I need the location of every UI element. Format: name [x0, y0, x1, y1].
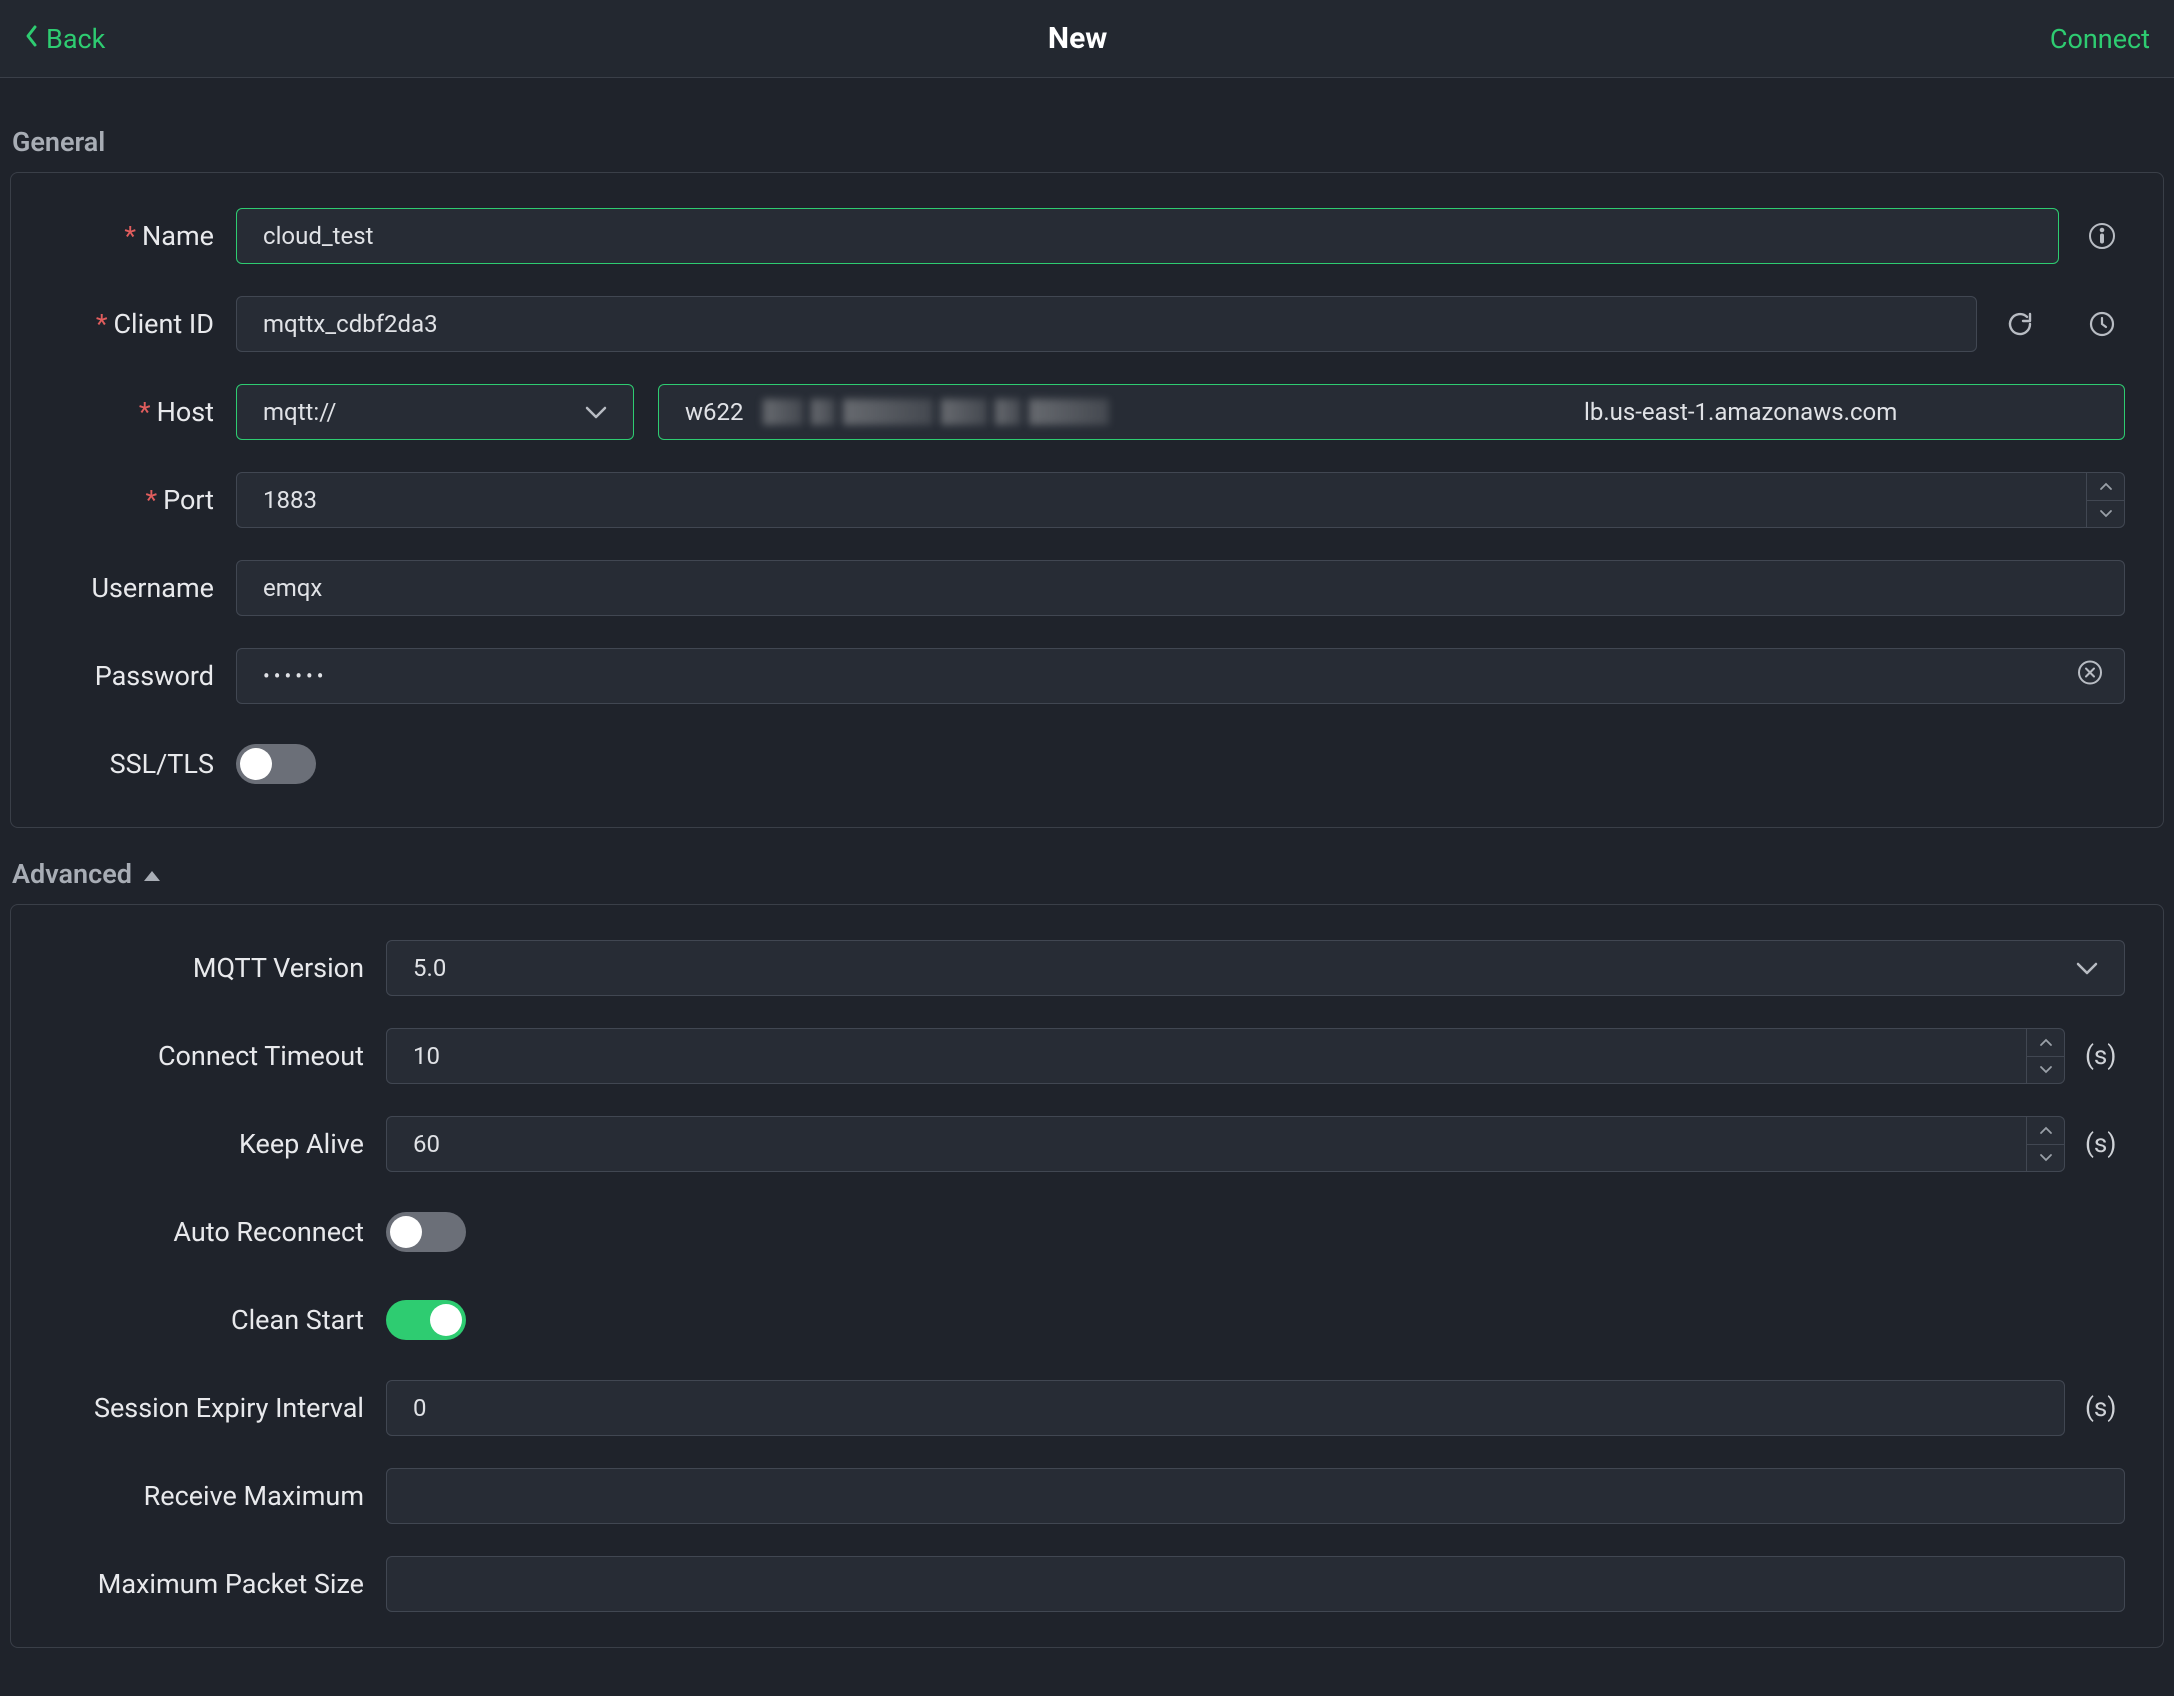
protocol-value: mqtt://	[263, 398, 336, 426]
advanced-label: Advanced	[12, 858, 132, 890]
refresh-icon[interactable]	[1997, 310, 2043, 338]
row-host: *Host mqtt:// w622 lb.us-east-1.amazonaw…	[41, 379, 2125, 445]
label-password: Password	[41, 660, 236, 692]
label-connect-timeout: Connect Timeout	[41, 1040, 386, 1072]
spinner-down-icon[interactable]	[2027, 1145, 2064, 1172]
chevron-down-icon	[585, 398, 607, 426]
row-client-id: *Client ID	[41, 291, 2125, 357]
row-mqtt-version: MQTT Version 5.0	[41, 935, 2125, 1001]
label-name: *Name	[41, 220, 236, 252]
name-input[interactable]	[236, 208, 2059, 264]
label-username: Username	[41, 572, 236, 604]
host-suffix: lb.us-east-1.amazonaws.com	[1584, 398, 1897, 426]
row-session-expiry: Session Expiry Interval (s)	[41, 1375, 2125, 1441]
label-max-packet: Maximum Packet Size	[41, 1568, 386, 1600]
unit-seconds: (s)	[2085, 1129, 2125, 1159]
protocol-select[interactable]: mqtt://	[236, 384, 634, 440]
unit-seconds: (s)	[2085, 1041, 2125, 1071]
spinner-down-icon[interactable]	[2087, 501, 2124, 528]
page-title: New	[1048, 21, 1107, 56]
unit-seconds: (s)	[2085, 1393, 2125, 1423]
connect-button[interactable]: Connect	[2050, 23, 2150, 55]
required-mark: *	[139, 396, 151, 428]
row-receive-max: Receive Maximum	[41, 1463, 2125, 1529]
auto-reconnect-toggle[interactable]	[386, 1212, 466, 1252]
label-host: *Host	[41, 396, 236, 428]
session-expiry-input[interactable]	[386, 1380, 2065, 1436]
username-input[interactable]	[236, 560, 2125, 616]
general-panel: *Name *Client ID	[10, 172, 2164, 828]
spinner-up-icon[interactable]	[2027, 1117, 2064, 1145]
host-prefix: w622	[685, 398, 744, 426]
row-username: Username	[41, 555, 2125, 621]
row-clean-start: Clean Start	[41, 1287, 2125, 1353]
label-session-expiry: Session Expiry Interval	[41, 1392, 386, 1424]
back-button[interactable]: Back	[24, 23, 105, 55]
row-connect-timeout: Connect Timeout (s)	[41, 1023, 2125, 1089]
row-port: *Port	[41, 467, 2125, 533]
section-title-general: General	[8, 96, 2166, 172]
required-mark: *	[124, 220, 136, 252]
label-auto-reconnect: Auto Reconnect	[41, 1216, 386, 1248]
required-mark: *	[145, 484, 157, 516]
receive-max-input[interactable]	[386, 1468, 2125, 1524]
port-input[interactable]	[236, 472, 2087, 528]
advanced-panel: MQTT Version 5.0 Connect Timeout	[10, 904, 2164, 1648]
connect-timeout-spinner[interactable]	[2027, 1028, 2065, 1084]
chevron-down-icon	[2076, 954, 2098, 982]
mqtt-version-value: 5.0	[413, 954, 446, 982]
row-ssl: SSL/TLS	[41, 731, 2125, 797]
connect-timeout-input[interactable]	[386, 1028, 2027, 1084]
required-mark: *	[96, 308, 108, 340]
label-ssl: SSL/TLS	[41, 748, 236, 780]
caret-up-icon	[142, 858, 162, 890]
label-mqtt-version: MQTT Version	[41, 952, 386, 984]
label-client-id: *Client ID	[41, 308, 236, 340]
mqtt-version-select[interactable]: 5.0	[386, 940, 2125, 996]
row-auto-reconnect: Auto Reconnect	[41, 1199, 2125, 1265]
spinner-up-icon[interactable]	[2027, 1029, 2064, 1057]
clean-start-toggle[interactable]	[386, 1300, 466, 1340]
row-keep-alive: Keep Alive (s)	[41, 1111, 2125, 1177]
keep-alive-spinner[interactable]	[2027, 1116, 2065, 1172]
row-name: *Name	[41, 203, 2125, 269]
port-spinner[interactable]	[2087, 472, 2125, 528]
info-icon[interactable]	[2079, 222, 2125, 250]
chevron-left-icon	[24, 23, 40, 55]
clock-icon[interactable]	[2079, 310, 2125, 338]
spinner-up-icon[interactable]	[2087, 473, 2124, 501]
label-receive-max: Receive Maximum	[41, 1480, 386, 1512]
ssl-toggle[interactable]	[236, 744, 316, 784]
clear-icon[interactable]	[2077, 660, 2103, 693]
spinner-down-icon[interactable]	[2027, 1057, 2064, 1084]
host-input[interactable]: w622 lb.us-east-1.amazonaws.com	[658, 384, 2125, 440]
section-title-advanced[interactable]: Advanced	[8, 828, 2166, 904]
keep-alive-input[interactable]	[386, 1116, 2027, 1172]
client-id-input[interactable]	[236, 296, 1977, 352]
password-input[interactable]	[236, 648, 2125, 704]
label-clean-start: Clean Start	[41, 1304, 386, 1336]
back-label: Back	[46, 23, 105, 55]
label-keep-alive: Keep Alive	[41, 1128, 386, 1160]
header-bar: Back New Connect	[0, 0, 2174, 78]
max-packet-input[interactable]	[386, 1556, 2125, 1612]
label-port: *Port	[41, 484, 236, 516]
row-password: Password	[41, 643, 2125, 709]
row-max-packet: Maximum Packet Size	[41, 1551, 2125, 1617]
